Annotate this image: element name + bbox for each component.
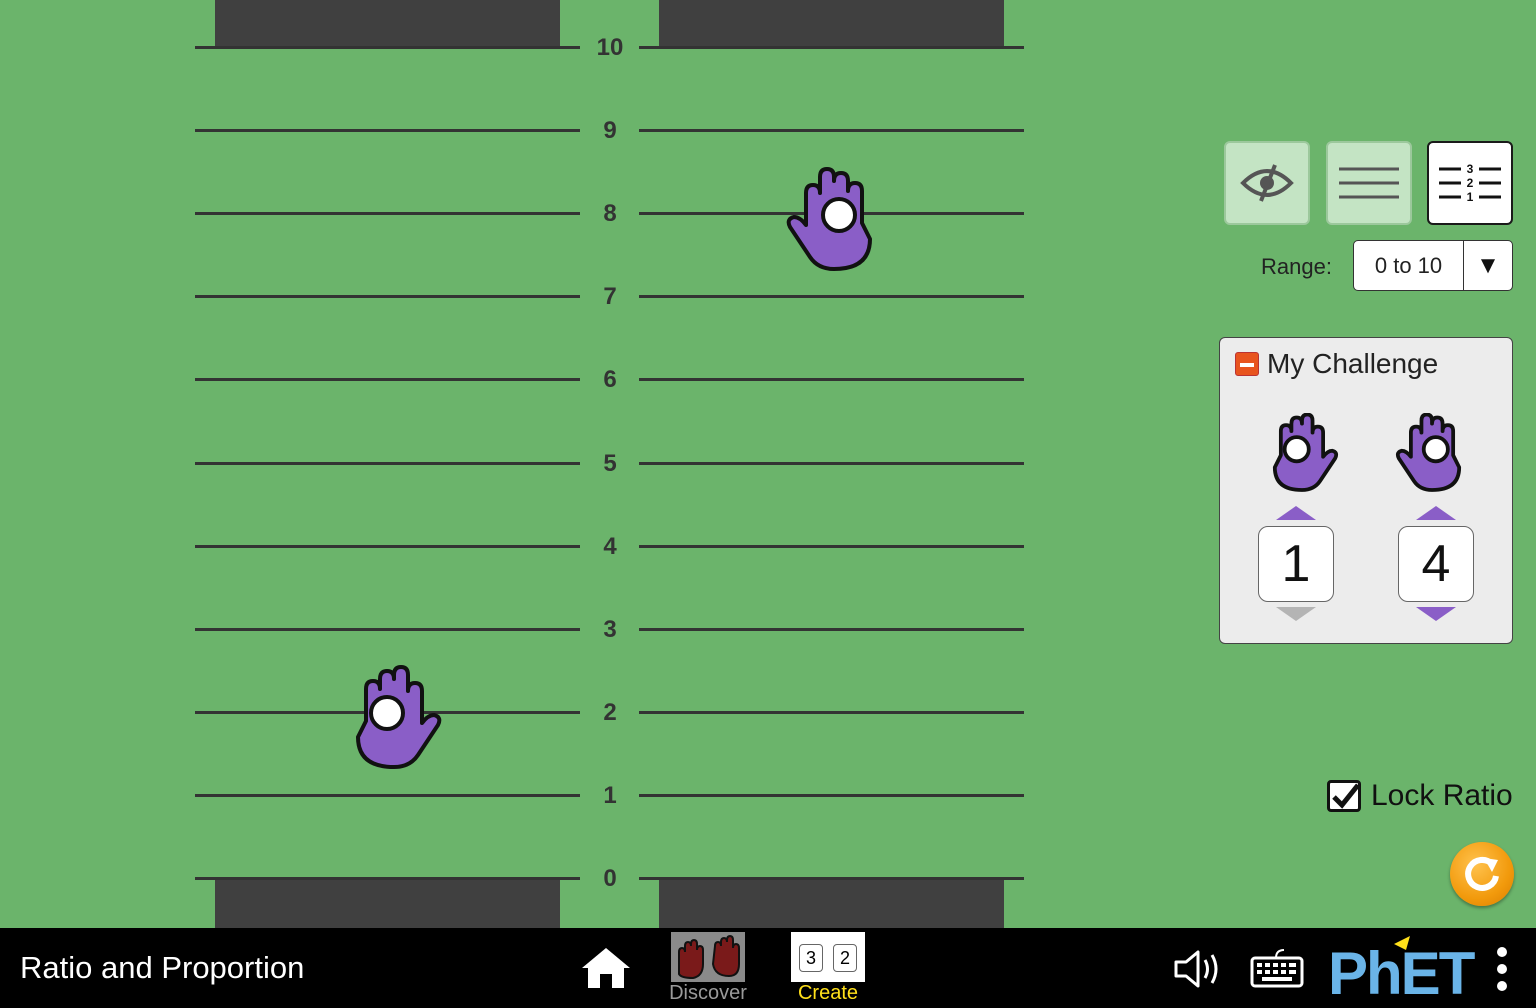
tick-line-right <box>639 628 1024 631</box>
right-challenge-hand <box>1394 412 1464 498</box>
right-bottom-block <box>659 879 1004 928</box>
create-icon-digit-left: 3 <box>799 944 823 972</box>
reset-all-button[interactable] <box>1450 842 1514 906</box>
tick-line-left <box>195 628 580 631</box>
keyboard-help-button[interactable] <box>1250 948 1304 993</box>
left-increment-arrow[interactable] <box>1276 506 1316 520</box>
right-top-block <box>659 0 1004 47</box>
left-challenge-value: 1 <box>1258 526 1334 602</box>
kebab-menu-icon <box>1497 947 1507 991</box>
tick-label: 0 <box>603 865 617 892</box>
numbered-icon-digit: 2 <box>1467 176 1474 190</box>
tick-label: 9 <box>603 117 617 144</box>
phet-logo-icon: PhET <box>1328 936 1477 1007</box>
dropdown-arrow-icon: ▼ <box>1463 241 1512 290</box>
speaker-icon <box>1174 950 1218 988</box>
tick-line-right <box>639 711 1024 714</box>
tick-marks-button[interactable] <box>1326 141 1412 225</box>
app-title: Ratio and Proportion <box>20 950 305 985</box>
tick-label: 7 <box>603 283 617 310</box>
tick-line-right <box>639 462 1024 465</box>
right-challenge-value: 4 <box>1398 526 1474 602</box>
checkmark-icon <box>1332 783 1360 809</box>
tick-line-left <box>195 46 580 49</box>
tick-line-left <box>195 794 580 797</box>
tick-label: 3 <box>603 616 617 643</box>
tick-line-left <box>195 212 580 215</box>
tick-label: 6 <box>603 366 617 393</box>
right-hand-draggable[interactable] <box>784 167 876 278</box>
hide-ticks-button[interactable] <box>1224 141 1310 225</box>
phet-logo: PhET <box>1328 936 1484 1007</box>
tick-line-right <box>639 46 1024 49</box>
tick-label: 4 <box>603 533 617 560</box>
tick-line-right <box>639 877 1024 880</box>
lines-icon <box>1339 167 1399 199</box>
tick-numbers-button[interactable]: 3 2 1 <box>1427 141 1513 225</box>
keyboard-icon <box>1250 949 1304 988</box>
menu-button[interactable] <box>1494 946 1510 992</box>
phet-brand-text: PhET <box>1328 940 1475 1000</box>
lock-ratio-checkbox[interactable]: Lock Ratio <box>1327 779 1513 813</box>
range-combo-box[interactable]: 0 to 10 ▼ <box>1353 240 1513 291</box>
right-increment-arrow[interactable] <box>1416 506 1456 520</box>
left-hand-draggable[interactable] <box>352 665 444 776</box>
sound-button[interactable] <box>1172 946 1226 997</box>
eye-slash-icon <box>1240 164 1294 202</box>
screen-tab-create[interactable]: 3 2 Create <box>778 928 878 1008</box>
hand-icon <box>786 167 872 271</box>
create-icon-digit-right: 2 <box>833 944 857 972</box>
left-decrement-arrow[interactable] <box>1276 607 1316 621</box>
numbered-icon-digit: 1 <box>1467 190 1474 204</box>
tick-line-left <box>195 877 580 880</box>
tick-line-right <box>639 295 1024 298</box>
tick-line-left <box>195 462 580 465</box>
left-bottom-block <box>215 879 560 928</box>
tick-label: 10 <box>596 34 624 61</box>
tick-line-left <box>195 295 580 298</box>
range-value: 0 to 10 <box>1374 252 1443 278</box>
navigation-bar: Ratio and Proportion Discover 3 2 Create <box>0 928 1536 1008</box>
tick-label: 8 <box>603 200 617 227</box>
collapse-button[interactable] <box>1235 352 1259 376</box>
hand-icon <box>356 665 442 769</box>
tick-line-right <box>639 378 1024 381</box>
reset-icon <box>1465 856 1499 891</box>
tick-label: 1 <box>603 782 617 809</box>
tick-line-left <box>195 545 580 548</box>
left-challenge-hand <box>1270 412 1340 498</box>
lock-ratio-label: Lock Ratio <box>1371 779 1513 812</box>
screen-tab-discover[interactable]: Discover <box>658 928 758 1008</box>
tick-line-right <box>639 129 1024 132</box>
my-challenge-panel: My Challenge 1 4 <box>1219 337 1513 644</box>
create-label: Create <box>797 982 859 1004</box>
tick-label: 5 <box>603 450 617 477</box>
create-screen-icon: 3 2 <box>791 932 865 982</box>
panel-title: My Challenge <box>1267 348 1439 379</box>
hand-icon <box>1272 412 1339 492</box>
tick-label: 2 <box>603 699 617 726</box>
numbered-icon-digit: 3 <box>1467 162 1474 176</box>
tick-line-right <box>639 794 1024 797</box>
home-icon <box>582 948 630 988</box>
discover-screen-icon <box>671 932 745 982</box>
home-button[interactable] <box>580 946 632 995</box>
numbered-lines-icon: 3 2 1 <box>1439 162 1501 204</box>
hands-icon <box>678 934 740 980</box>
left-top-block <box>215 0 560 47</box>
tick-line-right <box>639 545 1024 548</box>
right-decrement-arrow[interactable] <box>1416 607 1456 621</box>
range-label: Range: <box>1261 254 1332 279</box>
tick-line-left <box>195 129 580 132</box>
tick-line-left <box>195 378 580 381</box>
hand-icon <box>1395 412 1462 492</box>
discover-label: Discover <box>669 982 747 1004</box>
checkbox[interactable] <box>1327 780 1361 812</box>
